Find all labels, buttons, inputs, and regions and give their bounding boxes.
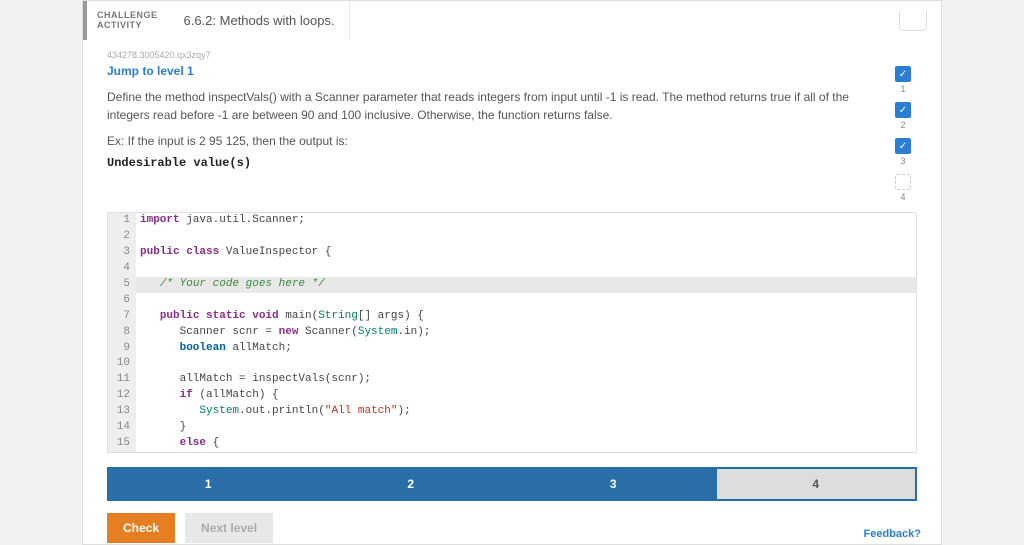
progress-num: 2 — [900, 120, 905, 130]
challenge-label: CHALLENGE ACTIVITY — [83, 1, 170, 40]
challenge-card: CHALLENGE ACTIVITY 6.6.2: Methods with l… — [82, 0, 942, 545]
progress-num: 3 — [900, 156, 905, 166]
progress-check-icon: ✓ — [895, 102, 911, 118]
progress-check-icon: ✓ — [895, 138, 911, 154]
code-editor[interactable]: 1import java.util.Scanner; 2 3public cla… — [107, 212, 917, 453]
card-header: CHALLENGE ACTIVITY 6.6.2: Methods with l… — [83, 1, 941, 40]
step-2[interactable]: 2 — [310, 467, 513, 501]
example-output: Undesirable value(s) — [107, 156, 871, 170]
hash-code: 434278.3005420.qx3zqy7 — [107, 50, 917, 60]
problem-description: Define the method inspectVals() with a S… — [107, 88, 871, 124]
tear-icon — [899, 11, 927, 31]
progress-column: ✓ 1 ✓ 2 ✓ 3 ✓ 4 — [889, 64, 917, 208]
progress-num: 4 — [900, 192, 905, 202]
check-button[interactable]: Check — [107, 513, 175, 543]
step-4[interactable]: 4 — [715, 467, 918, 501]
example-text: Ex: If the input is 2 95 125, then the o… — [107, 134, 871, 148]
feedback-link[interactable]: Feedback? — [864, 528, 921, 540]
challenge-title: 6.6.2: Methods with loops. — [170, 1, 350, 40]
challenge-label-2: ACTIVITY — [97, 21, 158, 31]
step-bar: 1 2 3 4 — [107, 467, 917, 501]
next-level-button: Next level — [185, 513, 273, 543]
step-1[interactable]: 1 — [107, 467, 310, 501]
step-3[interactable]: 3 — [512, 467, 715, 501]
jump-link[interactable]: Jump to level 1 — [107, 64, 871, 78]
progress-check-icon: ✓ — [895, 174, 911, 190]
progress-check-icon: ✓ — [895, 66, 911, 82]
progress-num: 1 — [900, 84, 905, 94]
